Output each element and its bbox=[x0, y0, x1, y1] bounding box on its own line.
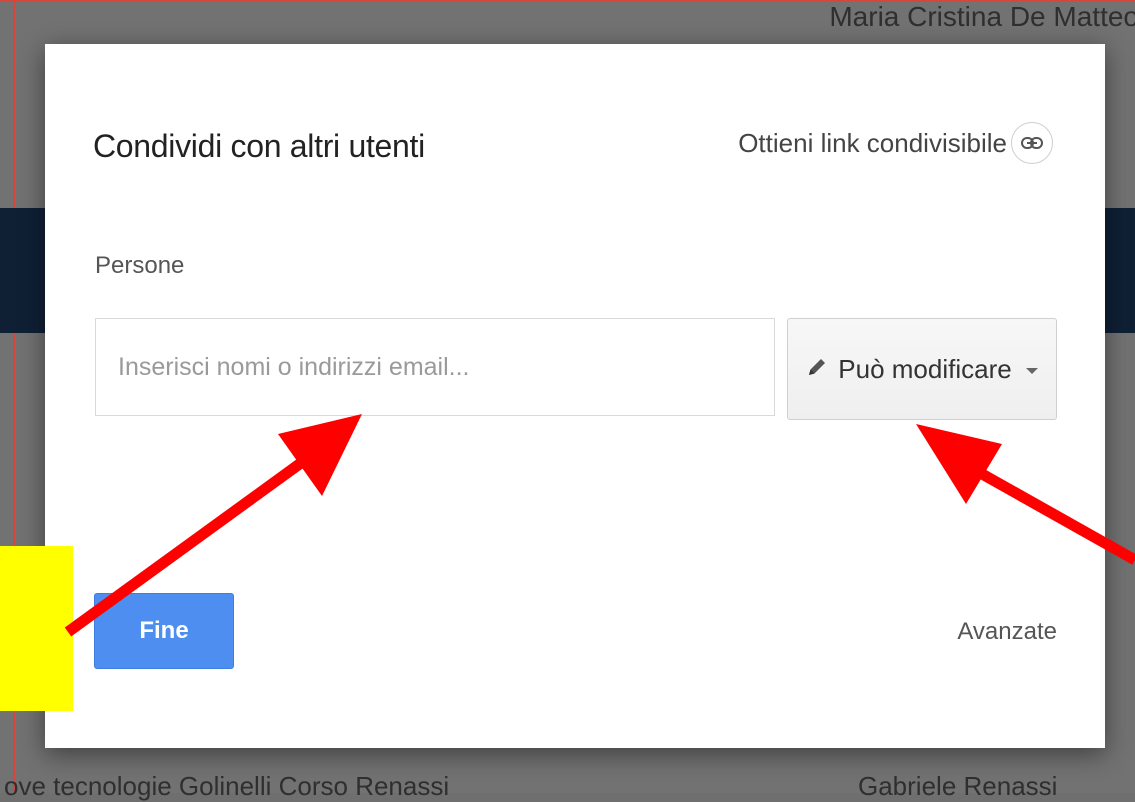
advanced-link[interactable]: Avanzate bbox=[957, 618, 1057, 646]
share-dialog: Condividi con altri utenti Ottieni link … bbox=[45, 44, 1105, 748]
pencil-icon bbox=[806, 356, 828, 383]
people-input-container[interactable] bbox=[95, 318, 775, 416]
background-owner-name-2: Gabriele Renassi bbox=[858, 771, 1058, 801]
done-button[interactable]: Fine bbox=[94, 593, 234, 669]
permission-label: Può modificare bbox=[838, 353, 1012, 384]
get-shareable-link[interactable]: Ottieni link condivisibile bbox=[738, 122, 1053, 164]
link-icon[interactable] bbox=[1011, 122, 1053, 164]
background-file-name: ove tecnologie Golinelli Corso Renassi bbox=[4, 771, 450, 801]
people-label: Persone bbox=[95, 252, 185, 279]
people-input[interactable] bbox=[116, 351, 774, 383]
caret-down-icon bbox=[1025, 368, 1038, 374]
permission-dropdown[interactable]: Può modificare bbox=[787, 318, 1057, 420]
dialog-title: Condividi con altri utenti bbox=[93, 128, 425, 164]
annotation-highlight-box bbox=[0, 546, 73, 711]
background-owner-name: Maria Cristina De Matteo bbox=[829, 1, 1135, 32]
get-shareable-link-label: Ottieni link condivisibile bbox=[738, 127, 1007, 158]
